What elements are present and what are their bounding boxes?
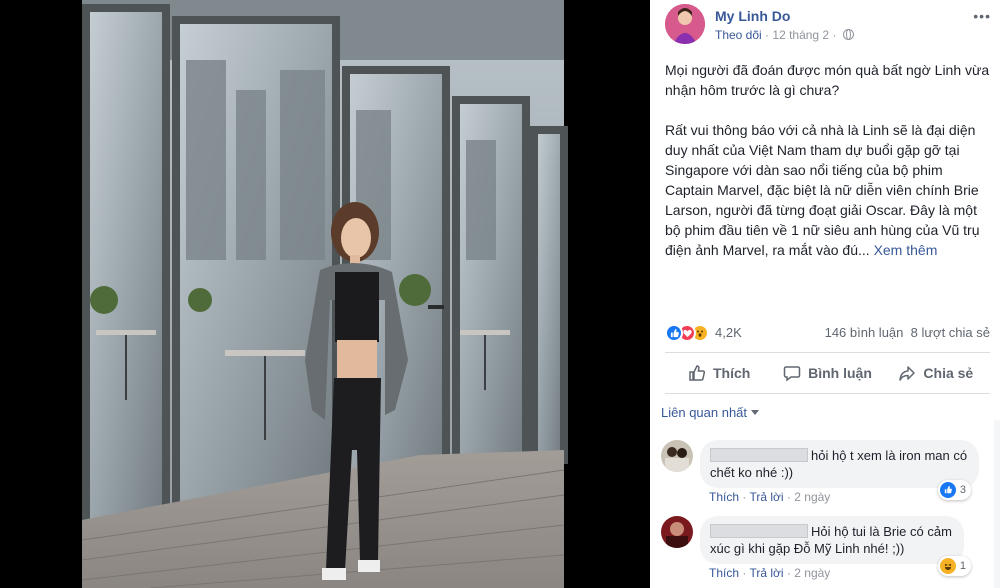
post-timestamp[interactable]: 12 tháng 2: [772, 28, 829, 42]
comment-button[interactable]: Bình luận: [773, 353, 881, 393]
post-side-panel: My Linh Do Theo dõi · 12 tháng 2 · ••• M…: [650, 0, 1000, 588]
like-icon: [665, 324, 683, 342]
like-icon: [939, 482, 956, 498]
comment-actions: Thích · Trả lời · 2 ngày: [709, 490, 830, 504]
like-button[interactable]: Thích: [665, 353, 773, 393]
share-count[interactable]: 8 lượt chia sẻ: [911, 325, 990, 340]
share-label: Chia sẻ: [923, 365, 974, 381]
comment-share-counts: 146 bình luận 8 lượt chia sẻ: [825, 325, 990, 340]
comment-count[interactable]: 146 bình luận: [825, 325, 904, 340]
post-paragraph-1: Mọi người đã đoán được món quà bất ngờ L…: [665, 62, 990, 98]
follow-link[interactable]: Theo dõi: [715, 28, 762, 42]
globe-icon: [842, 29, 854, 40]
redacted-name[interactable]: [710, 524, 808, 538]
comment-reply-link[interactable]: Trả lời: [749, 490, 783, 504]
share-button[interactable]: Chia sẻ: [882, 353, 990, 393]
post-stats: 4,2K 146 bình luận 8 lượt chia sẻ: [665, 322, 990, 344]
meta-separator: ·: [832, 28, 837, 42]
more-options-icon[interactable]: •••: [973, 8, 991, 24]
comment-text-line2: xúc gì khi gặp Đỗ Mỹ Linh nhé! ;)): [710, 541, 905, 556]
post-action-bar: Thích Bình luận Chia sẻ: [665, 352, 990, 394]
dot-separator: ·: [786, 566, 791, 580]
post-meta: Theo dõi · 12 tháng 2 ·: [715, 28, 854, 42]
comment-actions: Thích · Trả lời · 2 ngày: [709, 566, 830, 580]
comment-like-link[interactable]: Thích: [709, 490, 739, 504]
share-icon: [899, 366, 916, 381]
commenter-avatar[interactable]: [661, 440, 693, 472]
comment-reaction-badge[interactable]: 1: [937, 556, 971, 576]
comment-reply-link[interactable]: Trả lời: [749, 566, 783, 580]
post-photo[interactable]: [0, 0, 650, 588]
comment-time[interactable]: 2 ngày: [794, 490, 830, 504]
post-paragraph-2: Rất vui thông báo với cả nhà là Linh sẽ …: [665, 120, 990, 260]
post-paragraph-2-text: Rất vui thông báo với cả nhà là Linh sẽ …: [665, 122, 980, 258]
thumbs-up-icon: [689, 365, 706, 381]
comment-icon: [783, 366, 801, 382]
comment-like-link[interactable]: Thích: [709, 566, 739, 580]
comment-label: Bình luận: [808, 365, 872, 381]
author-name[interactable]: My Linh Do: [715, 8, 790, 24]
comment-bubble: hỏi hộ t xem là iron man có chết ko nhé …: [700, 440, 980, 488]
dot-separator: ·: [786, 490, 791, 504]
comment-text-line2: chết ko nhé :)): [710, 465, 794, 480]
commenter-avatar[interactable]: [661, 516, 693, 548]
dot-separator: ·: [742, 490, 747, 504]
post-header: My Linh Do Theo dõi · 12 tháng 2 · •••: [665, 4, 995, 44]
comment-time[interactable]: 2 ngày: [794, 566, 830, 580]
meta-separator: ·: [765, 28, 770, 42]
haha-icon: [939, 558, 956, 574]
photo-image: [0, 0, 650, 588]
reaction-count: 1: [959, 560, 966, 572]
reaction-count[interactable]: 4,2K: [715, 325, 742, 340]
redacted-name[interactable]: [710, 448, 808, 462]
comment-text-line1: hỏi hộ t xem là iron man có: [811, 448, 968, 463]
dot-separator: ·: [742, 566, 747, 580]
sort-label: Liên quan nhất: [661, 405, 748, 420]
avatar-image: [661, 516, 693, 548]
comment-sort-dropdown[interactable]: Liên quan nhất: [661, 405, 760, 420]
avatar-image: [661, 440, 693, 472]
comment-reaction-badge[interactable]: 3: [937, 480, 971, 500]
caret-down-icon: [751, 410, 760, 415]
avatar-image: [665, 4, 705, 44]
comment-text-line1: Hỏi hộ tui là Brie có cảm: [811, 524, 952, 539]
author-avatar[interactable]: [665, 4, 705, 44]
comment-bubble: Hỏi hộ tui là Brie có cảm xúc gì khi gặp…: [700, 516, 964, 564]
comments-scrollbar[interactable]: [994, 420, 1000, 588]
reaction-count: 3: [959, 484, 966, 496]
like-label: Thích: [712, 365, 751, 381]
post-text: Mọi người đã đoán được món quà bất ngờ L…: [665, 60, 990, 280]
see-more-link[interactable]: Xem thêm: [874, 242, 938, 258]
